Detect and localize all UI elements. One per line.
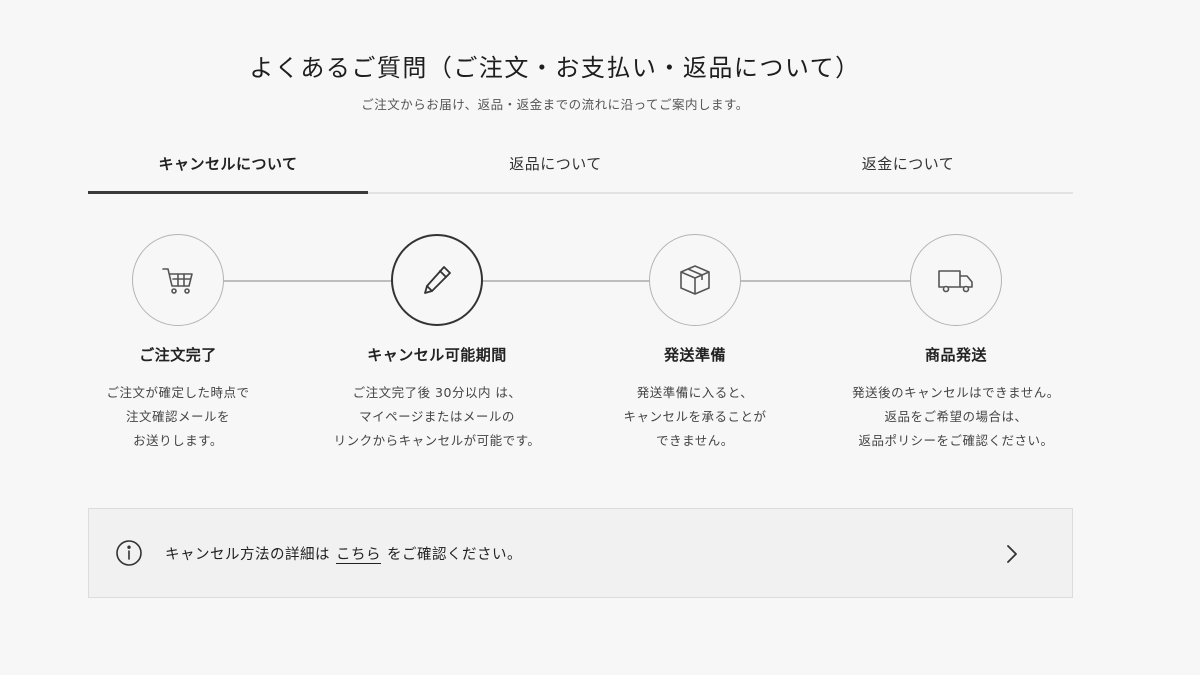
- description-line: 返品をご希望の場合は、: [884, 409, 1028, 424]
- description-line: 発送準備に入ると、: [636, 385, 754, 400]
- description-line: キャンセルを承ることが: [623, 409, 767, 424]
- chevron-right-icon[interactable]: [1002, 542, 1022, 566]
- box-icon: [680, 265, 710, 295]
- details-link[interactable]: こちら: [336, 547, 381, 563]
- description-line: できません。: [656, 433, 734, 448]
- tab-returns[interactable]: 返品について: [368, 140, 743, 192]
- tab-refunds[interactable]: 返金について: [743, 140, 1073, 192]
- step-description-shipped: 発送後のキャンセルはできません。 返品をご希望の場合は、 返品ポリシーをご確認く…: [816, 381, 1096, 453]
- step-circle-cancel-period: [391, 234, 483, 326]
- pencil-icon: [424, 266, 451, 294]
- description-line: ご注文が確定した時点で: [106, 385, 250, 400]
- description-line: マイページまたはメールの: [359, 409, 515, 424]
- description-line: 返品ポリシーをご確認ください。: [858, 433, 1054, 448]
- step-description-order-complete: ご注文が確定した時点で 注文確認メールを お送りします。: [38, 381, 318, 453]
- step-title-shipping-prep: 発送準備: [663, 346, 726, 364]
- page-subtitle: ご注文からお届け、返品・返金までの流れに沿ってご案内します。: [361, 97, 749, 112]
- description-line: リンクからキャンセルが可能です。: [333, 433, 541, 448]
- step-circle-shipping-prep: [649, 234, 741, 326]
- step-title-shipped: 商品発送: [924, 346, 987, 364]
- notice-suffix: をご確認ください。: [387, 546, 522, 563]
- notice-text: キャンセル方法の詳細は こちら をご確認ください。: [165, 543, 522, 564]
- cancel-method-notice[interactable]: キャンセル方法の詳細は こちら をご確認ください。: [88, 508, 1073, 598]
- step-title-order-complete: ご注文完了: [139, 346, 217, 364]
- step-description-cancel-period: ご注文完了後 30分以内 は、 マイページまたはメールの リンクからキャンセルが…: [297, 381, 577, 453]
- step-circle-order-complete: [132, 234, 224, 326]
- notice-prefix: キャンセル方法の詳細は: [165, 546, 330, 563]
- info-icon: [115, 539, 143, 567]
- description-line: 発送後のキャンセルはできません。: [852, 385, 1060, 400]
- description-line: お送りします。: [133, 433, 223, 448]
- tab-cancel[interactable]: キャンセルについて: [88, 140, 368, 194]
- steps-connector-line: [178, 280, 958, 282]
- cart-icon: [162, 268, 193, 294]
- step-description-shipping-prep: 発送準備に入ると、 キャンセルを承ることが できません。: [555, 381, 835, 453]
- step-title-cancel-period: キャンセル可能期間: [367, 346, 507, 364]
- step-circle-shipped: [910, 234, 1002, 326]
- description-line: 注文確認メールを: [125, 409, 230, 424]
- page-title: よくあるご質問（ご注文・お支払い・返品について）: [249, 54, 861, 82]
- tab-bar: キャンセルについて 返品について 返金について: [88, 140, 1073, 194]
- description-line: ご注文完了後 30分以内 は、: [352, 385, 522, 400]
- truck-icon: [938, 270, 973, 293]
- faq-page: よくあるご質問（ご注文・お支払い・返品について） ご注文からお届け、返品・返金ま…: [0, 0, 1200, 675]
